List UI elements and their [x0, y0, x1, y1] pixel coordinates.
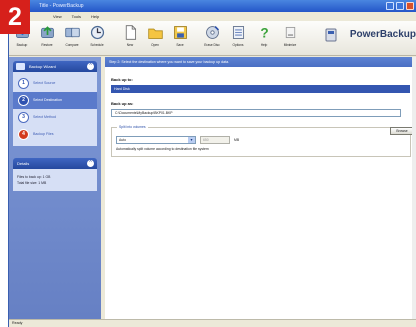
toolbar-erase-disc-button[interactable]: Erase Disc: [201, 24, 223, 47]
backup-path-input[interactable]: C:\Documents\MyBackup\BKP01.BKP: [111, 109, 401, 117]
close-window-button[interactable]: [406, 2, 414, 10]
minimize-icon: [285, 26, 295, 39]
wizard-sidebar: Backup Wizard ^ 1 Select Source 2 Select…: [9, 57, 101, 319]
step-number-badge: 2: [0, 0, 30, 34]
split-size-input[interactable]: 650: [200, 136, 230, 144]
wizard-panel-title: Backup Wizard: [29, 64, 56, 69]
window-title: Title - PowerBackup: [39, 3, 84, 9]
step-2-icon: 2: [18, 95, 29, 106]
status-bar: Ready: [9, 319, 416, 327]
new-icon: [125, 25, 136, 40]
back-up-as-label: Back up as:: [111, 101, 134, 106]
restore-icon: [40, 26, 54, 39]
wizard-step-label: Backup Files: [33, 132, 54, 136]
wizard-step-select-method[interactable]: 3 Select Method: [13, 109, 97, 126]
step-1-icon: 1: [18, 78, 29, 89]
collapse-chevron-icon[interactable]: ^: [87, 63, 94, 70]
scrollbar[interactable]: [412, 57, 416, 319]
svg-text:?: ?: [260, 26, 268, 41]
erase-disc-icon: [205, 25, 219, 39]
split-size-unit: MB: [234, 138, 240, 142]
split-volumes-group: Split into volumes Auto ▾ 650 MB Automat…: [111, 125, 411, 157]
details-panel: Files to back up: 1 GB Total file size: …: [13, 169, 97, 191]
wizard-icon: [16, 63, 25, 70]
title-bar: Title - PowerBackup: [9, 0, 416, 12]
browse-button[interactable]: Browse: [390, 127, 414, 135]
wizard-step-label: Select Destination: [33, 98, 62, 102]
wizard-step-label: Select Source: [33, 81, 56, 85]
back-up-to-select[interactable]: Hard Disk: [111, 85, 410, 93]
split-mode-dropdown[interactable]: Auto ▾: [116, 136, 196, 144]
toolbar-minimize-button[interactable]: Minimize: [279, 24, 301, 47]
details-title: Details: [17, 161, 30, 166]
wizard-step-label: Select Method: [33, 115, 56, 119]
maximize-window-button[interactable]: [396, 2, 404, 10]
step-3-icon: 3: [18, 112, 29, 123]
schedule-icon: [90, 25, 104, 40]
menu-bar: View Tools Help: [9, 12, 416, 21]
toolbar-compare-button[interactable]: Compare: [61, 24, 83, 47]
step-instruction-bar: Step 2: Select the destination where you…: [105, 57, 416, 67]
back-up-to-label: Back up to:: [111, 77, 133, 82]
app-window: Title - PowerBackup View Tools Help Back…: [8, 0, 416, 327]
powerbackup-logo-icon: [325, 28, 337, 42]
wizard-steps: 1 Select Source 2 Select Destination 3 S…: [13, 72, 97, 146]
compare-icon: [64, 27, 80, 38]
minimize-window-button[interactable]: [386, 2, 394, 10]
main-content: Step 2: Select the destination where you…: [105, 57, 416, 319]
toolbar-open-button[interactable]: Open: [144, 24, 166, 47]
split-volumes-legend: Split into volumes: [117, 125, 148, 129]
save-icon: [173, 26, 187, 39]
destination-form: Back up to: Hard Disk Back up as: C:\Doc…: [105, 67, 416, 165]
auto-split-text: Automatically split volume according to …: [116, 147, 209, 151]
wizard-step-select-source[interactable]: 1 Select Source: [13, 75, 97, 92]
details-panel-header[interactable]: Details ^: [13, 158, 97, 169]
split-mode-value: Auto: [119, 138, 126, 142]
menu-view[interactable]: View: [53, 12, 62, 21]
brand-name: PowerBackup: [349, 29, 416, 40]
wizard-step-backup-files[interactable]: 4 Backup Files: [13, 126, 97, 143]
menu-tools[interactable]: Tools: [72, 12, 81, 21]
options-icon: [232, 26, 244, 39]
collapse-chevron-icon[interactable]: ^: [87, 160, 94, 167]
menu-help[interactable]: Help: [91, 12, 99, 21]
wizard-step-select-destination[interactable]: 2 Select Destination: [13, 92, 97, 109]
chevron-down-icon[interactable]: ▾: [188, 137, 195, 143]
details-line: Total file size: 1 MB: [17, 181, 47, 185]
toolbar: Backup Restore Compare Schedule New Open…: [9, 21, 416, 56]
toolbar-save-button[interactable]: Save: [169, 24, 191, 47]
toolbar-schedule-button[interactable]: Schedule: [86, 24, 108, 47]
wizard-panel-header[interactable]: Backup Wizard ^: [13, 61, 97, 72]
toolbar-new-button[interactable]: New: [119, 24, 141, 47]
step-4-icon: 4: [18, 129, 29, 140]
toolbar-options-button[interactable]: Options: [227, 24, 249, 47]
open-icon: [147, 28, 163, 39]
help-icon: ?: [260, 26, 268, 41]
toolbar-help-button[interactable]: ? Help: [253, 24, 275, 47]
toolbar-restore-button[interactable]: Restore: [36, 24, 58, 47]
